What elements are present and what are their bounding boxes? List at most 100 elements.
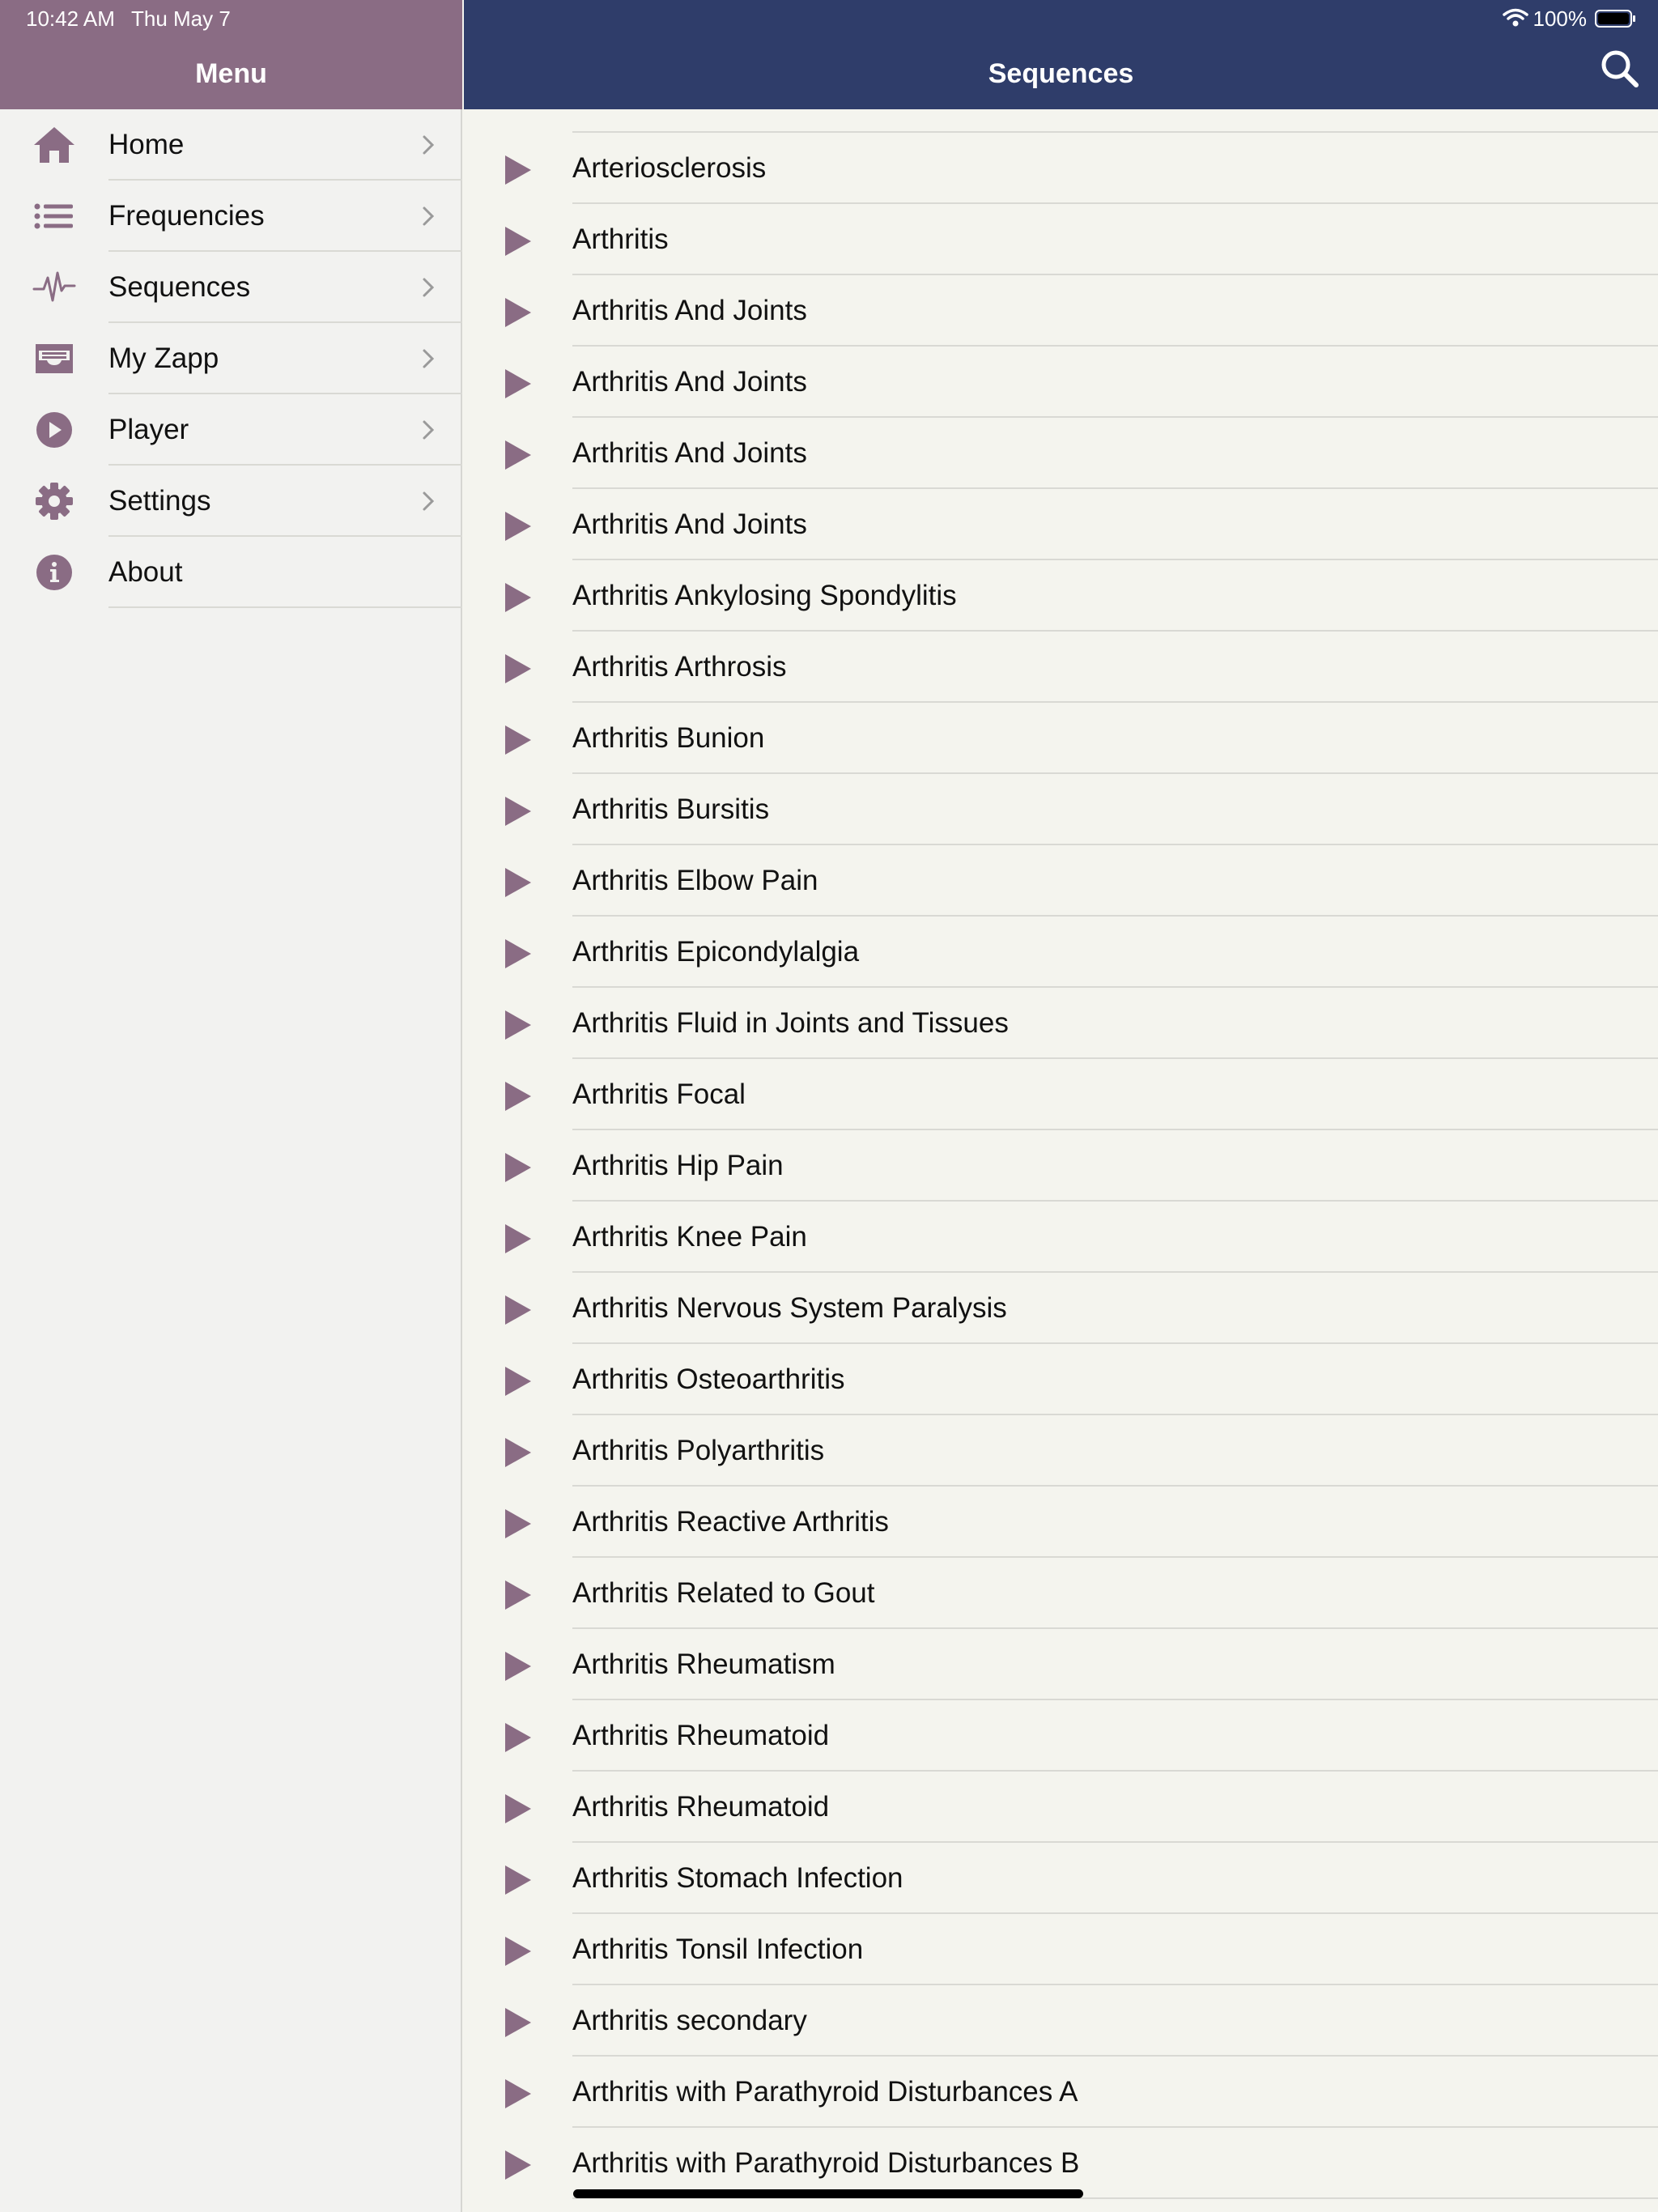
- divider: [108, 606, 462, 608]
- sequence-row[interactable]: Arthritis secondary: [464, 1985, 1658, 2057]
- play-icon[interactable]: [504, 582, 532, 613]
- page-title: Sequences: [988, 58, 1134, 89]
- play-icon[interactable]: [504, 867, 532, 898]
- chevron-right-icon: [423, 349, 435, 368]
- sequence-row[interactable]: Arthritis And Joints: [464, 489, 1658, 560]
- chevron-right-icon: [423, 278, 435, 297]
- sequence-row[interactable]: Arthritis Reactive Arthritis: [464, 1487, 1658, 1558]
- menu-item-player[interactable]: Player: [0, 394, 462, 466]
- play-icon[interactable]: [504, 653, 532, 684]
- sequence-row[interactable]: Arthritis with Parathyroid Disturbances …: [464, 2057, 1658, 2128]
- sequence-label: Arthritis Osteoarthritis: [572, 1363, 845, 1395]
- sequence-row[interactable]: Arthritis with Parathyroid Disturbances …: [464, 2128, 1658, 2199]
- sequence-label: Arthritis Hip Pain: [572, 1150, 784, 1181]
- sequence-label: Arthritis Arthrosis: [572, 651, 787, 683]
- play-icon[interactable]: [504, 1793, 532, 1824]
- play-icon[interactable]: [504, 1865, 532, 1895]
- play-icon[interactable]: [504, 155, 532, 185]
- play-icon[interactable]: [504, 2078, 532, 2109]
- sequence-row[interactable]: Arthritis Tonsil Infection: [464, 1914, 1658, 1985]
- menu-list: Home Frequencies Sequences My Zapp Playe…: [0, 109, 462, 608]
- battery-icon: [1595, 10, 1635, 28]
- sequence-row[interactable]: Arthritis: [464, 204, 1658, 275]
- play-icon[interactable]: [504, 1651, 532, 1682]
- menu-item-label: About: [108, 556, 183, 588]
- menu-item-label: Frequencies: [108, 200, 265, 232]
- chevron-right-icon: [423, 135, 435, 155]
- play-icon[interactable]: [504, 440, 532, 470]
- menu-title: Menu: [195, 58, 267, 89]
- sequence-row[interactable]: Arthritis Rheumatoid: [464, 1772, 1658, 1843]
- search-icon[interactable]: [1598, 47, 1642, 91]
- inbox-tray-icon: [32, 339, 76, 378]
- play-icon[interactable]: [504, 1366, 532, 1397]
- sequence-label: Arthritis: [572, 223, 669, 255]
- sequence-row[interactable]: Arthritis Rheumatism: [464, 1629, 1658, 1700]
- play-icon[interactable]: [504, 1295, 532, 1325]
- play-icon[interactable]: [504, 511, 532, 542]
- menu-header: 10:42 AM Thu May 7 Menu: [0, 0, 462, 109]
- wifi-icon: [1503, 8, 1528, 27]
- list-icon: [32, 197, 76, 236]
- sequence-label: Arthritis Epicondylalgia: [572, 936, 860, 968]
- sequence-row[interactable]: Arthritis Focal: [464, 1059, 1658, 1130]
- sequence-label: Arthritis Rheumatism: [572, 1648, 835, 1680]
- sequence-row[interactable]: Arthritis Arthrosis: [464, 632, 1658, 703]
- play-icon[interactable]: [504, 938, 532, 969]
- sequence-row[interactable]: Arthritis Bursitis: [464, 774, 1658, 845]
- menu-item-my-zapp[interactable]: My Zapp: [0, 323, 462, 394]
- sequence-label: Arthritis And Joints: [572, 366, 807, 398]
- menu-item-sequences[interactable]: Sequences: [0, 252, 462, 323]
- sequence-list[interactable]: Arteriosclerosis Arthritis Arthritis And J…: [464, 109, 1658, 2212]
- play-icon[interactable]: [504, 1010, 532, 1040]
- play-icon[interactable]: [504, 796, 532, 827]
- sequence-row[interactable]: Arthritis Osteoarthritis: [464, 1344, 1658, 1415]
- sequence-row[interactable]: Arthritis Fluid in Joints and Tissues: [464, 988, 1658, 1059]
- sequence-row[interactable]: Arthritis And Joints: [464, 418, 1658, 489]
- sequence-row[interactable]: Arthritis Knee Pain: [464, 1202, 1658, 1273]
- menu-item-home[interactable]: Home: [0, 109, 462, 181]
- menu-item-frequencies[interactable]: Frequencies: [0, 181, 462, 252]
- play-icon[interactable]: [504, 725, 532, 755]
- gear-icon: [32, 482, 76, 521]
- menu-item-label: My Zapp: [108, 342, 219, 374]
- menu-item-about[interactable]: About: [0, 537, 462, 608]
- sequence-row[interactable]: Arthritis Polyarthritis: [464, 1415, 1658, 1487]
- play-icon[interactable]: [504, 1223, 532, 1254]
- info-icon: [32, 553, 76, 592]
- sequence-row[interactable]: Arthritis Bunion: [464, 703, 1658, 774]
- play-circle-icon: [32, 410, 76, 449]
- sequence-row[interactable]: Arthritis Ankylosing Spondylitis: [464, 560, 1658, 632]
- home-icon: [32, 125, 76, 164]
- sequence-row[interactable]: Arthritis And Joints: [464, 275, 1658, 347]
- sequence-row[interactable]: Arthritis Nervous System Paralysis: [464, 1273, 1658, 1344]
- play-icon[interactable]: [504, 1936, 532, 1967]
- sequence-label: Arteriosclerosis: [572, 152, 767, 184]
- sequence-label: Arthritis Ankylosing Spondylitis: [572, 580, 957, 611]
- sequence-row[interactable]: Arthritis And Joints: [464, 347, 1658, 418]
- play-icon[interactable]: [504, 1722, 532, 1753]
- play-icon[interactable]: [504, 1580, 532, 1610]
- sequence-row[interactable]: Arthritis Hip Pain: [464, 1130, 1658, 1202]
- play-icon[interactable]: [504, 1508, 532, 1539]
- play-icon[interactable]: [504, 226, 532, 257]
- sequence-row[interactable]: Arteriosclerosis: [464, 133, 1658, 204]
- sequence-row[interactable]: Arthritis Stomach Infection: [464, 1843, 1658, 1914]
- play-icon[interactable]: [504, 2007, 532, 2038]
- sequence-row[interactable]: Arthritis Elbow Pain: [464, 845, 1658, 917]
- sequence-row[interactable]: Arthritis Rheumatoid: [464, 1700, 1658, 1772]
- sequence-label: Arthritis And Joints: [572, 437, 807, 469]
- play-icon[interactable]: [504, 1152, 532, 1183]
- sequence-row[interactable]: Arthritis Related to Gout: [464, 1558, 1658, 1629]
- play-icon[interactable]: [504, 297, 532, 328]
- play-icon[interactable]: [504, 368, 532, 399]
- play-icon[interactable]: [504, 1437, 532, 1468]
- menu-item-settings[interactable]: Settings: [0, 466, 462, 537]
- chevron-right-icon: [423, 420, 435, 440]
- sequence-row[interactable]: Arthritis Epicondylalgia: [464, 917, 1658, 988]
- content-pane: 100% Sequences Arteriosclerosis Arthritis…: [464, 0, 1658, 2212]
- sequence-label: Arthritis Rheumatoid: [572, 1791, 830, 1823]
- sequence-label: Arthritis Focal: [572, 1078, 746, 1110]
- play-icon[interactable]: [504, 2150, 532, 2180]
- play-icon[interactable]: [504, 1081, 532, 1112]
